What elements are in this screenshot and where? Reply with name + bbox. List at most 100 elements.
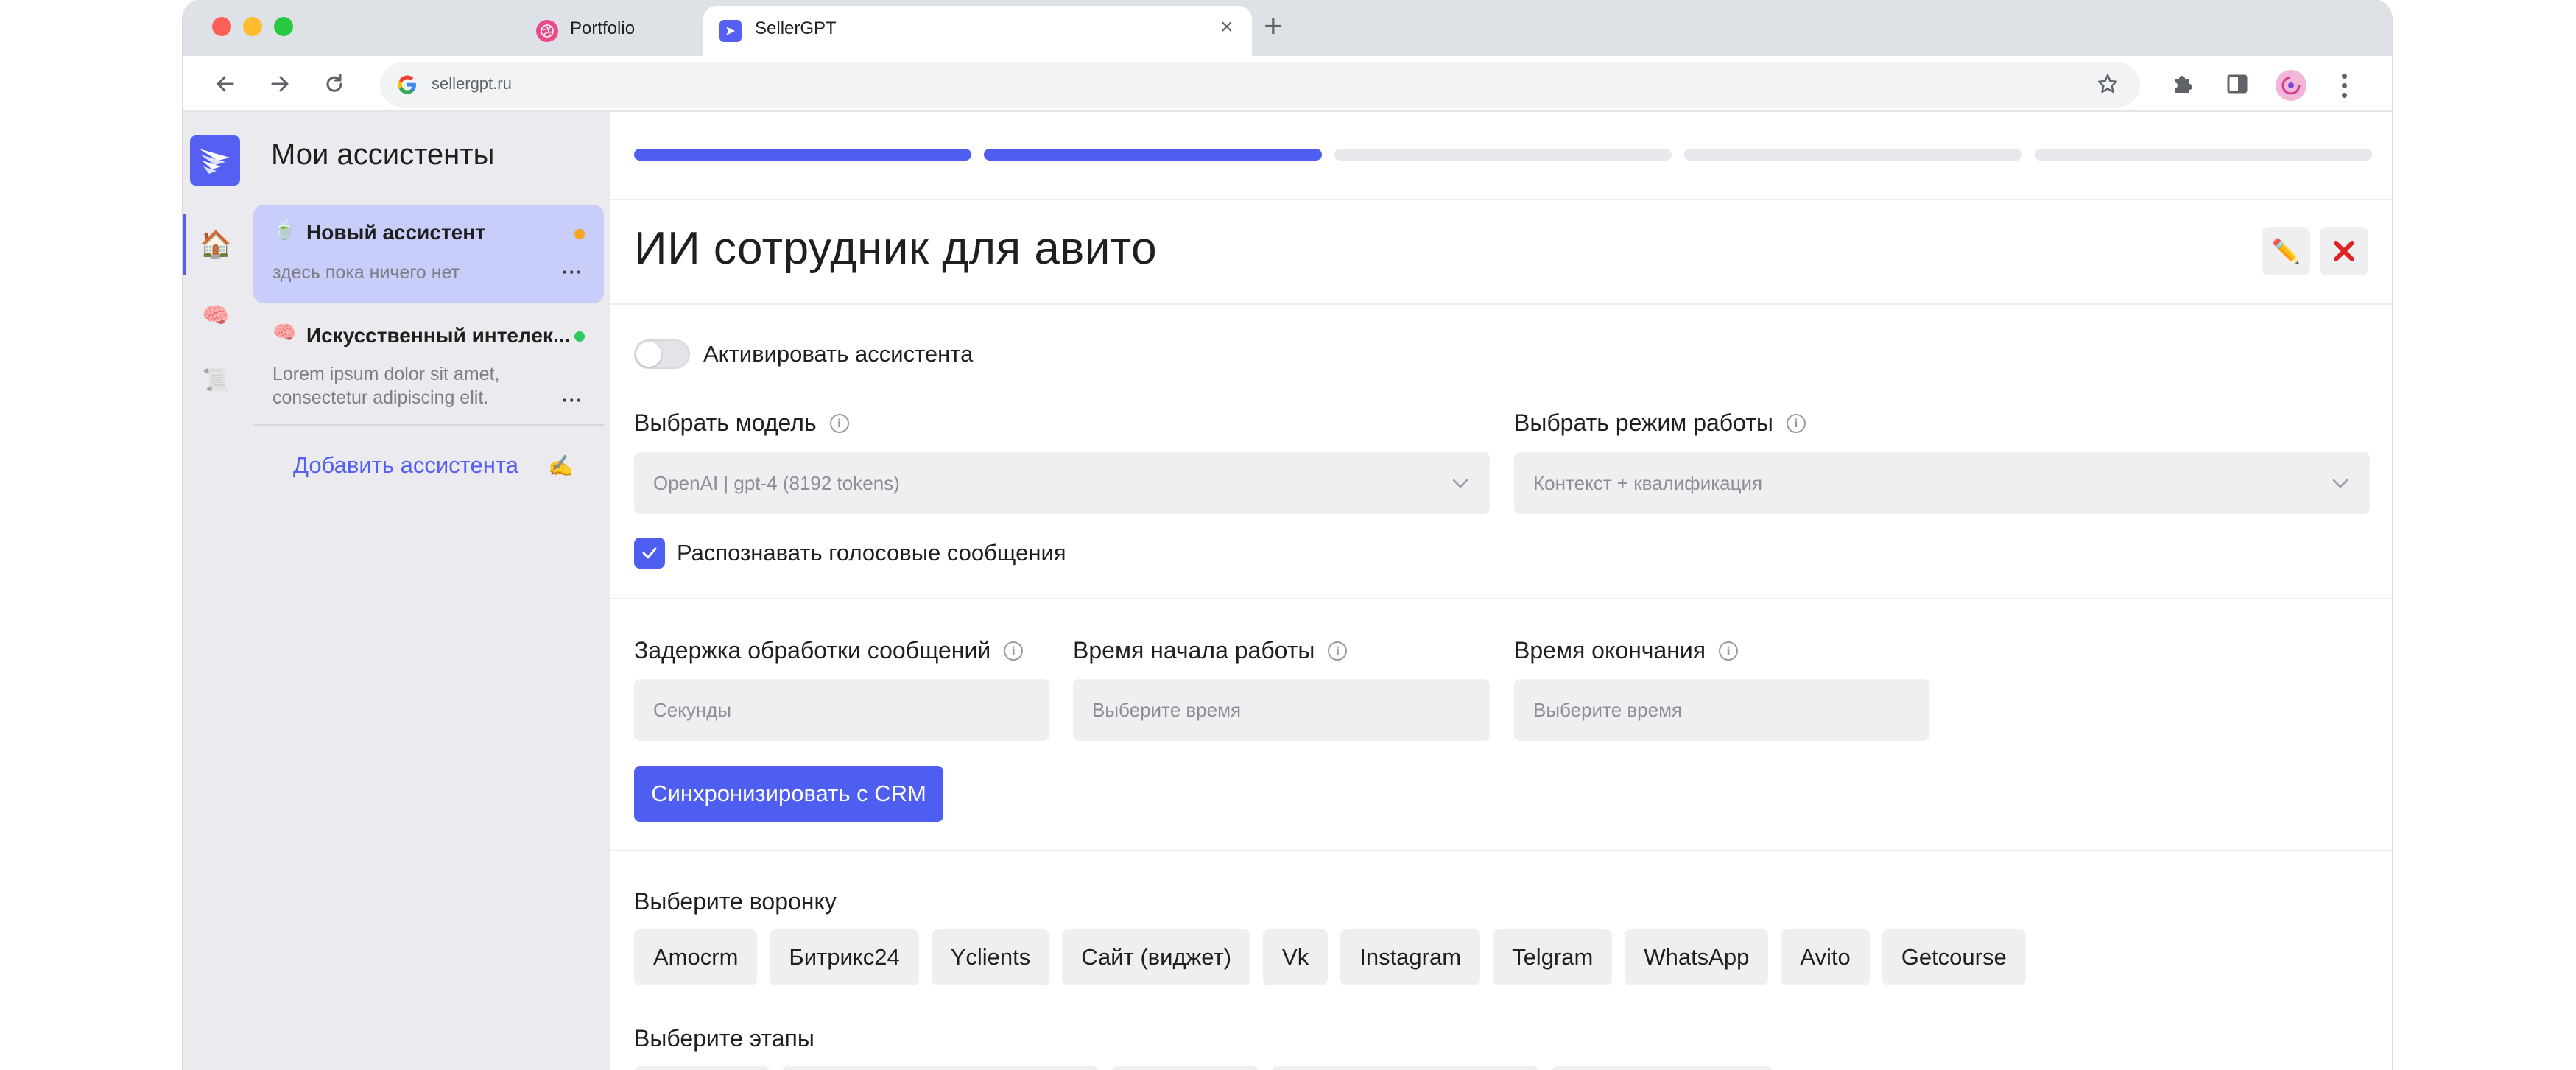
info-icon[interactable]: i (1786, 413, 1806, 433)
delete-button[interactable] (2320, 227, 2368, 275)
sellergpt-icon (719, 20, 742, 42)
browser-toolbar: sellergpt.ru (183, 56, 2392, 112)
extensions-puzzle-icon[interactable] (2167, 68, 2199, 100)
window-close-button[interactable] (212, 17, 231, 36)
add-assistant-button[interactable]: Добавить ассистента ✍️ (293, 452, 574, 479)
brain-icon[interactable]: 🧠 (183, 284, 249, 346)
page-title: ИИ сотрудник для авито (634, 223, 1158, 274)
stage-chip[interactable] (1552, 1066, 1773, 1070)
divider (253, 424, 604, 426)
chevron-down-icon (2332, 479, 2348, 488)
progress-step (984, 149, 1322, 161)
funnel-chip-site-widget[interactable]: Сайт (виджет) (1062, 929, 1251, 985)
start-time-input[interactable]: Выберите время (1073, 679, 1490, 741)
funnel-chip-avito[interactable]: Avito (1781, 929, 1870, 985)
assistants-panel: Мои ассистенты 🍵 Новый ассистент здесь п… (249, 112, 610, 1070)
status-dot (574, 229, 585, 239)
browser-window: Portfolio × SellerGPT × + (183, 0, 2392, 1070)
funnel-chip-telegram[interactable]: Telgram (1493, 929, 1613, 985)
activate-toggle[interactable] (634, 339, 690, 369)
status-dot (574, 331, 585, 342)
stages-label: Выберите этапы (634, 1025, 814, 1052)
tab-close-icon[interactable]: × (1220, 15, 1234, 40)
assistant-name: Новый ассистент (306, 221, 485, 244)
funnel-chip-whatsapp[interactable]: WhatsApp (1625, 929, 1769, 985)
browser-menu-icon[interactable] (2333, 69, 2355, 102)
start-time-placeholder: Выберите время (1092, 698, 1242, 721)
mode-select[interactable]: Контекст + квалификация (1514, 452, 2370, 514)
teapot-icon: 🍵 (272, 218, 297, 240)
step-progress (634, 149, 2373, 161)
info-icon[interactable]: i (1004, 641, 1024, 661)
reload-icon[interactable] (318, 68, 351, 100)
funnel-chip-amocrm[interactable]: Amocrm (634, 929, 758, 985)
forward-icon[interactable] (264, 68, 296, 100)
add-assistant-label: Добавить ассистента (293, 452, 518, 478)
tab-sellergpt[interactable]: SellerGPT × (703, 6, 1252, 56)
delay-label: Задержка обработки сообщений i (634, 637, 1024, 664)
tab-portfolio[interactable] (337, 6, 698, 56)
window-minimize-button[interactable] (243, 17, 262, 36)
progress-step (2034, 149, 2373, 161)
home-icon[interactable]: 🏠 (183, 214, 249, 275)
scroll-icon[interactable]: 📜 (183, 349, 249, 411)
bookmark-star-icon[interactable] (2096, 72, 2119, 99)
info-icon[interactable]: i (1719, 641, 1739, 661)
toggle-label: Активировать ассистента (703, 341, 974, 367)
tab-strip: Portfolio × SellerGPT × + (183, 0, 2392, 56)
voice-checkbox-label: Распознавать голосовые сообщения (677, 540, 1066, 566)
url-text: sellergpt.ru (432, 74, 512, 93)
info-icon[interactable]: i (1328, 641, 1348, 661)
window-maximize-button[interactable] (274, 17, 293, 36)
funnel-label: Выберите воронку (634, 888, 837, 915)
assistant-card[interactable]: 🍵 Новый ассистент здесь пока ничего нет … (253, 205, 604, 303)
close-icon (2334, 241, 2354, 261)
google-icon (396, 74, 418, 99)
brain-icon: 🧠 (272, 321, 297, 343)
edit-button[interactable]: ✏️ (2262, 227, 2310, 275)
back-icon[interactable] (209, 68, 242, 100)
stage-chip[interactable] (1271, 1066, 1539, 1070)
more-options-icon[interactable]: ··· (562, 389, 583, 412)
progress-step (1334, 149, 1672, 161)
side-panel-icon[interactable] (2221, 68, 2253, 100)
profile-avatar[interactable] (2276, 70, 2306, 101)
app: 🏠 🧠 📜 Мои ассистенты 🍵 Новый ассистент з… (183, 112, 2392, 1070)
activate-toggle-row: Активировать ассистента (634, 339, 973, 369)
end-time-input[interactable]: Выберите время (1514, 679, 1929, 741)
stage-chip[interactable] (1111, 1066, 1259, 1070)
end-time-placeholder: Выберите время (1533, 698, 1683, 721)
nav-rail: 🏠 🧠 📜 (183, 112, 249, 1070)
delay-input[interactable]: Секунды (634, 679, 1049, 741)
mode-label: Выбрать режим работы i (1514, 409, 1806, 437)
assistant-editor: ИИ сотрудник для авито ✏️ Активировать а… (610, 112, 2392, 1070)
assistant-card[interactable]: 🧠 Искусственный интелек... Lorem ipsum d… (253, 312, 604, 415)
panel-title: Мои ассистенты (271, 138, 495, 171)
end-time-label: Время окончания i (1514, 637, 1739, 664)
check-icon (642, 547, 657, 559)
assistant-description: Lorem ipsum dolor sit amet, consectetur … (272, 364, 500, 408)
stage-chip[interactable] (634, 1066, 770, 1070)
funnel-chip-vk[interactable]: Vk (1263, 929, 1329, 985)
new-tab-icon[interactable]: + (1264, 10, 1283, 43)
sellergpt-logo[interactable] (190, 135, 240, 186)
assistant-description: здесь пока ничего нет (272, 262, 460, 283)
funnel-chip-getcourse[interactable]: Getcourse (1882, 929, 2026, 985)
funnel-chip-bitrix24[interactable]: Битрикс24 (770, 929, 919, 985)
sync-crm-button[interactable]: Синхронизировать с CRM (634, 766, 943, 822)
funnel-chip-instagram[interactable]: Instagram (1340, 929, 1481, 985)
model-select[interactable]: OpenAI | gpt-4 (8192 tokens) (634, 452, 1490, 514)
pencil-icon: ✏️ (2271, 238, 2301, 264)
model-label: Выбрать модель i (634, 409, 849, 437)
tab-title-portfolio: Portfolio (570, 18, 636, 38)
more-options-icon[interactable]: ··· (562, 261, 583, 284)
info-icon[interactable]: i (829, 413, 849, 433)
toggle-knob (636, 342, 661, 367)
funnel-chip-yclients[interactable]: Yclients (931, 929, 1050, 985)
voice-checkbox[interactable] (634, 538, 665, 569)
writing-hand-icon: ✍️ (547, 454, 574, 477)
progress-step (1684, 149, 2022, 161)
stage-chips (634, 1066, 1773, 1070)
address-bar[interactable]: sellergpt.ru (380, 62, 2140, 108)
stage-chip[interactable] (782, 1066, 1099, 1070)
